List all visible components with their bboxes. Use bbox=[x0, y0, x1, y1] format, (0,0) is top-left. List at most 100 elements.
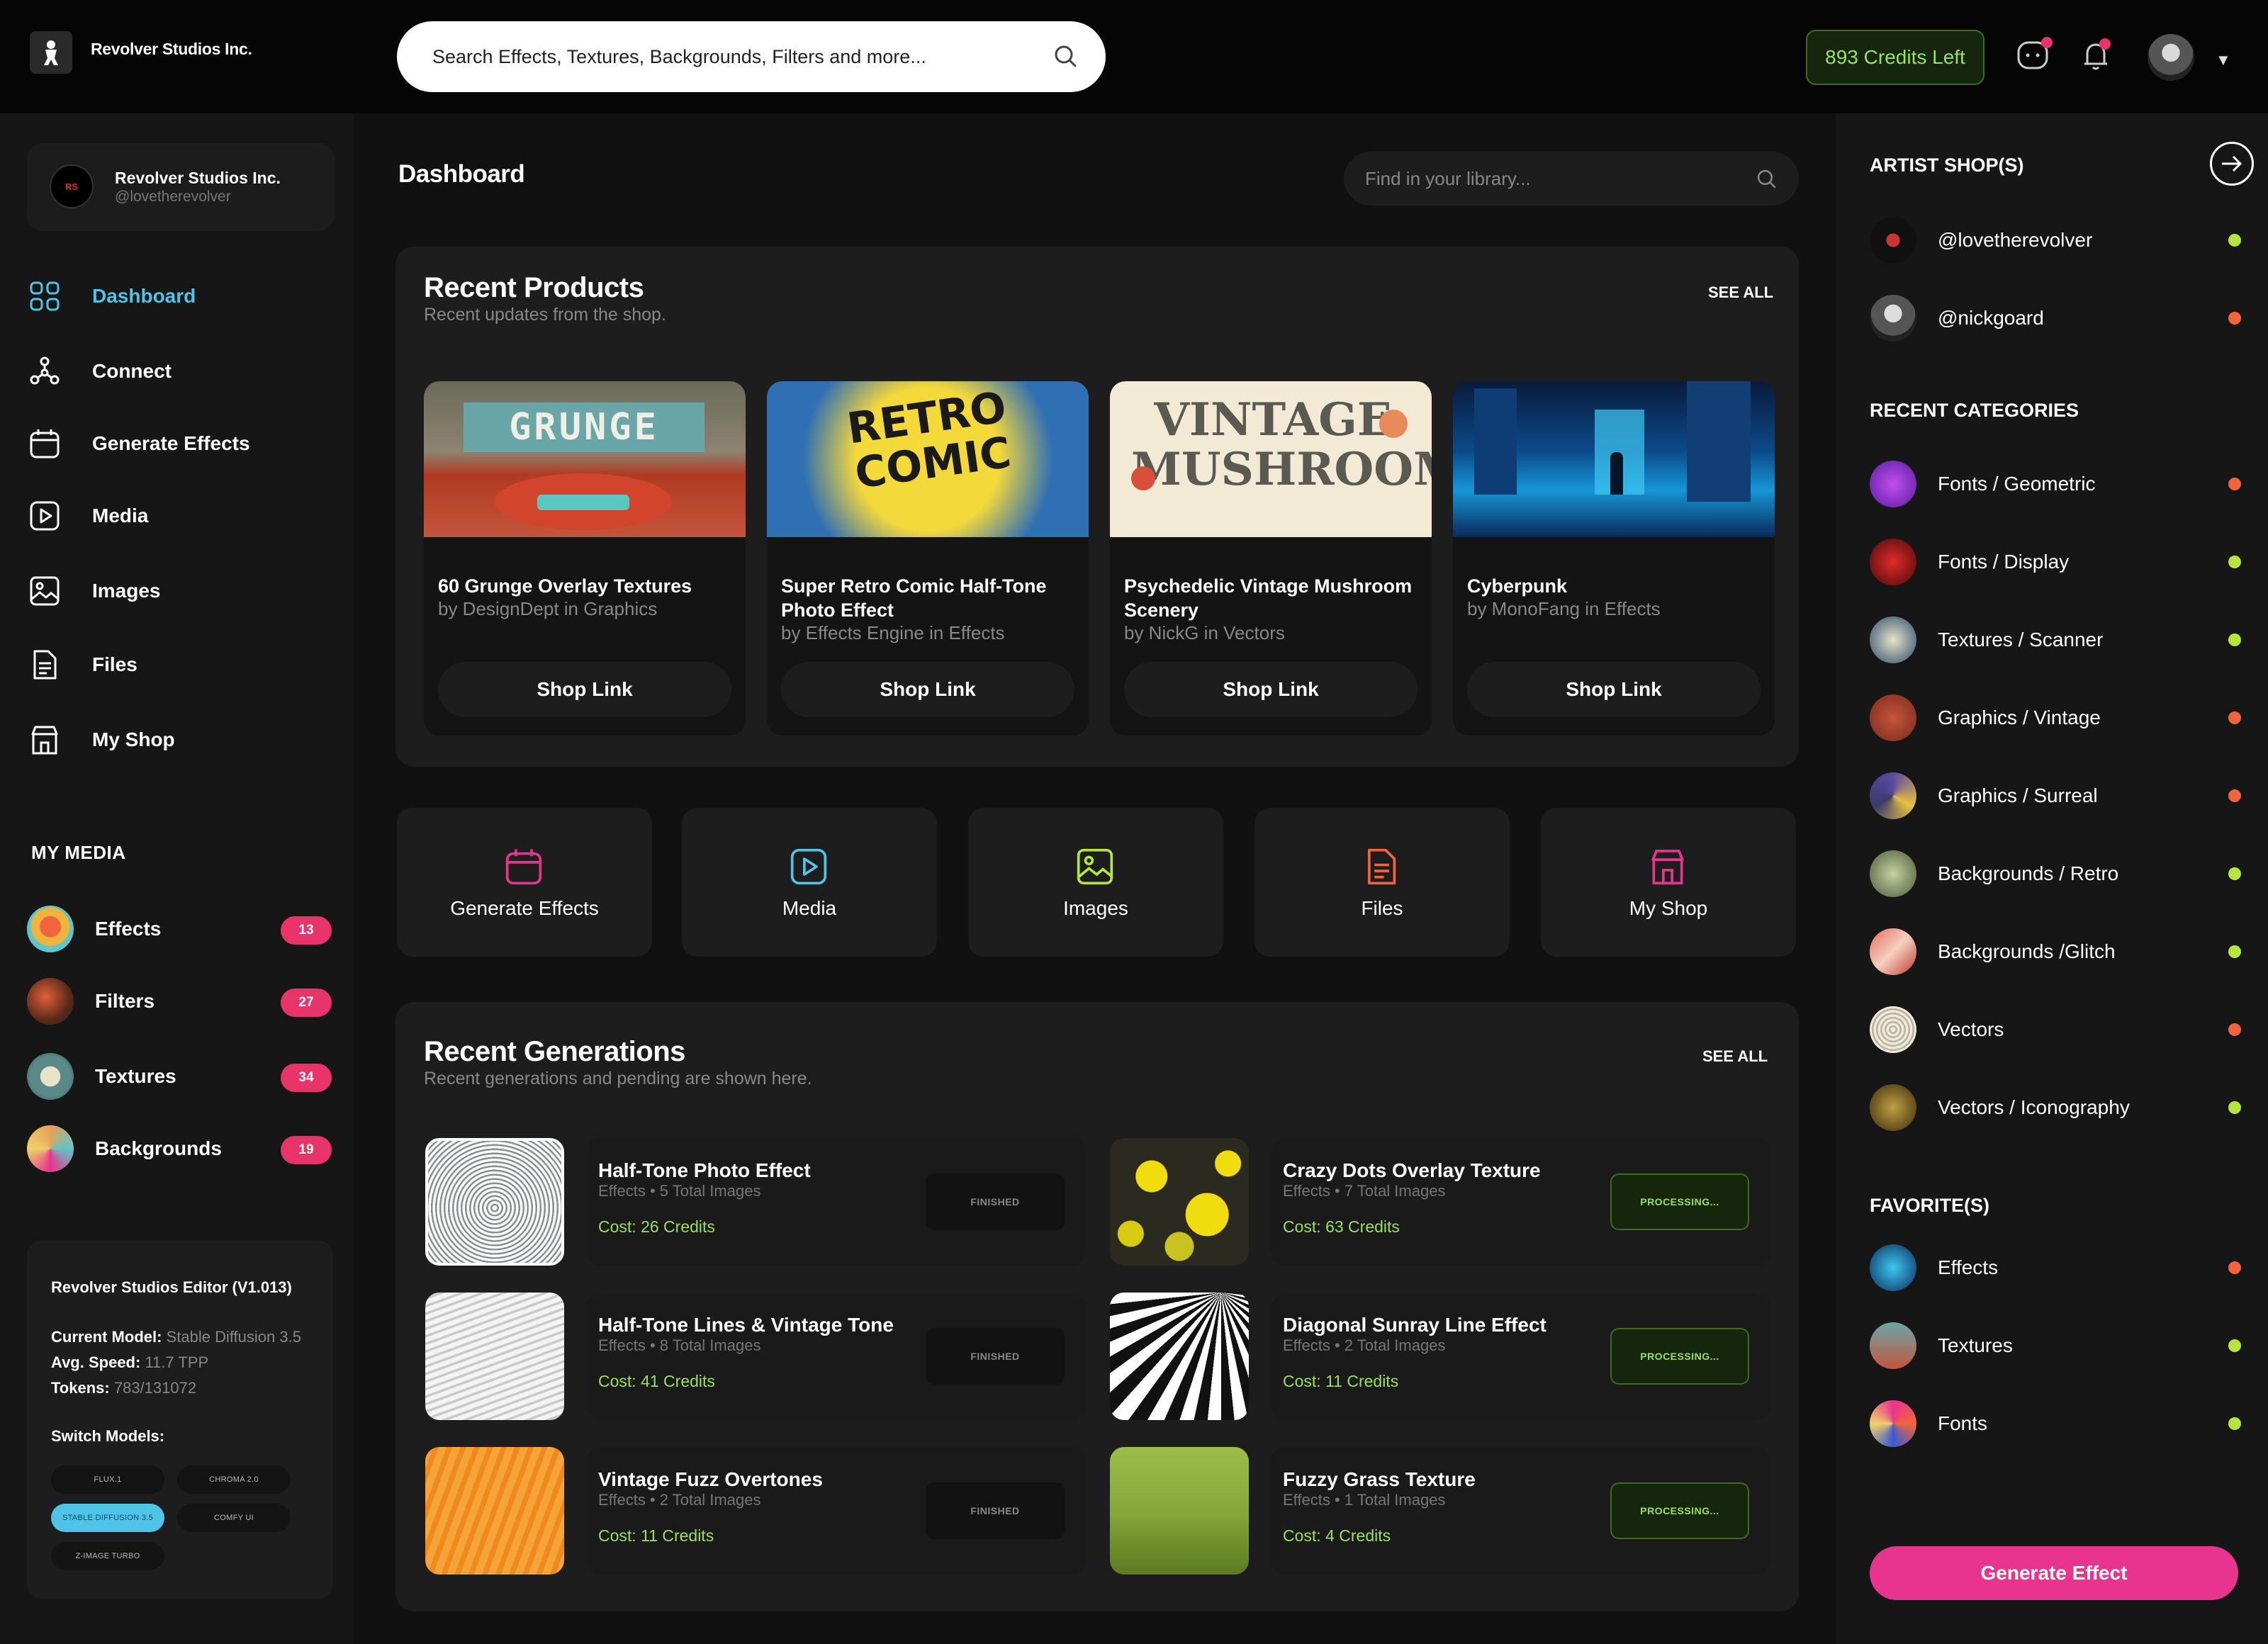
arrow-right-icon[interactable] bbox=[2210, 142, 2254, 186]
generation-item[interactable]: Fuzzy Grass Texture Effects • 1 Total Im… bbox=[1110, 1447, 1770, 1575]
artist-handle: @nickgoard bbox=[1938, 307, 2044, 329]
product-thumbnail: VINTAGE MUSHROOM bbox=[1110, 381, 1432, 537]
shop-link-button[interactable]: Shop Link bbox=[1467, 662, 1761, 717]
favorite-label: Fonts bbox=[1938, 1412, 1988, 1434]
status-dot bbox=[2228, 634, 2241, 646]
nav-label: Files bbox=[92, 653, 137, 675]
media-item-textures[interactable]: Textures 34 bbox=[27, 1052, 332, 1101]
category-item[interactable]: Backgrounds /Glitch bbox=[1870, 927, 2245, 976]
generation-item[interactable]: Vintage Fuzz Overtones Effects • 2 Total… bbox=[425, 1447, 1086, 1575]
search-icon[interactable] bbox=[1052, 43, 1080, 71]
artist-shop-item[interactable]: @lovetherevolver bbox=[1870, 215, 2245, 265]
nav-generate-effects[interactable]: Generate Effects bbox=[28, 422, 326, 465]
category-item[interactable]: Backgrounds / Retro bbox=[1870, 849, 2245, 899]
nav-dashboard[interactable]: Dashboard bbox=[28, 275, 326, 317]
nav-images[interactable]: Images bbox=[28, 570, 326, 612]
file-icon bbox=[1367, 848, 1396, 885]
library-search-input[interactable]: Find in your library... bbox=[1344, 152, 1799, 206]
product-card[interactable]: GRUNGE 60 Grunge Overlay Textures by Des… bbox=[424, 381, 746, 736]
product-card[interactable]: RETRO COMIC Super Retro Comic Half-Tone … bbox=[767, 381, 1089, 736]
status-badge: FINISHED bbox=[926, 1173, 1065, 1230]
shop-icon bbox=[28, 724, 61, 756]
quick-action-images[interactable]: Images bbox=[968, 808, 1223, 957]
generation-item[interactable]: Crazy Dots Overlay Texture Effects • 7 T… bbox=[1110, 1138, 1770, 1266]
category-item[interactable]: Textures / Scanner bbox=[1870, 615, 2245, 665]
shop-link-button[interactable]: Shop Link bbox=[781, 662, 1074, 717]
count-badge: 13 bbox=[281, 916, 332, 945]
generation-info: Half-Tone Photo Effect Effects • 5 Total… bbox=[587, 1138, 1086, 1266]
product-card[interactable]: VINTAGE MUSHROOM Psychedelic Vintage Mus… bbox=[1110, 381, 1432, 736]
nav-files[interactable]: Files bbox=[28, 643, 326, 686]
switch-label-text: Switch Models: bbox=[51, 1427, 165, 1445]
category-item[interactable]: Vectors bbox=[1870, 1005, 2245, 1054]
model-pill-stable-diffusion[interactable]: STABLE DIFFUSION 3.5 bbox=[51, 1504, 164, 1532]
product-byline: by DesignDept in Graphics bbox=[438, 598, 658, 619]
generate-effect-button[interactable]: Generate Effect bbox=[1870, 1546, 2238, 1600]
model-pill-chroma[interactable]: CHROMA 2.0 bbox=[177, 1465, 291, 1494]
category-label: Vectors bbox=[1938, 1018, 2004, 1040]
see-all-generations-link[interactable]: SEE ALL bbox=[1702, 1047, 1768, 1066]
profile-card[interactable]: RS Revolver Studios Inc. @lovetherevolve… bbox=[27, 143, 335, 231]
user-avatar[interactable] bbox=[2148, 34, 2194, 81]
generation-title: Fuzzy Grass Texture bbox=[1283, 1468, 1476, 1490]
speed-value: 11.7 TPP bbox=[145, 1353, 209, 1371]
generation-meta: Effects • 1 Total Images bbox=[1283, 1491, 1446, 1509]
generation-thumbnail bbox=[425, 1293, 564, 1420]
quick-action-generate-effects[interactable]: Generate Effects bbox=[397, 808, 652, 957]
textures-avatar bbox=[27, 1053, 74, 1100]
brand-logo[interactable] bbox=[30, 31, 72, 74]
product-thumbnail bbox=[1453, 381, 1775, 537]
shop-link-button[interactable]: Shop Link bbox=[438, 662, 731, 717]
category-item[interactable]: Fonts / Geometric bbox=[1870, 459, 2245, 509]
category-item[interactable]: Graphics / Vintage bbox=[1870, 693, 2245, 743]
media-item-effects[interactable]: Effects 13 bbox=[27, 904, 332, 954]
media-item-filters[interactable]: Filters 27 bbox=[27, 976, 332, 1026]
editor-title: Revolver Studios Editor (V1.013) bbox=[51, 1278, 292, 1296]
shop-link-button[interactable]: Shop Link bbox=[1124, 662, 1418, 717]
favorite-item[interactable]: Effects bbox=[1870, 1243, 2245, 1293]
effects-avatar bbox=[27, 906, 74, 952]
category-item[interactable]: Fonts / Display bbox=[1870, 537, 2245, 587]
nav-connect[interactable]: Connect bbox=[28, 350, 326, 393]
artist-avatar bbox=[1870, 295, 1916, 342]
nav-my-shop[interactable]: My Shop bbox=[28, 719, 326, 761]
status-dot bbox=[2228, 1339, 2241, 1352]
product-title: Cyberpunk bbox=[1467, 575, 1568, 597]
global-search-input[interactable]: Search Effects, Textures, Backgrounds, F… bbox=[397, 21, 1106, 92]
nav-media[interactable]: Media bbox=[28, 495, 326, 537]
quick-action-my-shop[interactable]: My Shop bbox=[1541, 808, 1796, 957]
generation-item[interactable]: Half-Tone Photo Effect Effects • 5 Total… bbox=[425, 1138, 1086, 1266]
status-dot bbox=[2228, 1101, 2241, 1114]
generation-item[interactable]: Half-Tone Lines & Vintage Tone Effects •… bbox=[425, 1293, 1086, 1420]
category-item[interactable]: Vectors / Iconography bbox=[1870, 1083, 2245, 1132]
model-pill-comfy-ui[interactable]: COMFY UI bbox=[177, 1504, 291, 1532]
editor-card: Revolver Studios Editor (V1.013) Current… bbox=[27, 1240, 333, 1599]
generation-title: Crazy Dots Overlay Texture bbox=[1283, 1159, 1541, 1181]
favorite-item[interactable]: Textures bbox=[1870, 1321, 2245, 1370]
credits-badge[interactable]: 893 Credits Left bbox=[1806, 30, 1984, 85]
artist-shop-item[interactable]: @nickgoard bbox=[1870, 293, 2245, 343]
chevron-down-icon[interactable]: ▼ bbox=[2216, 51, 2231, 69]
status-dot bbox=[2228, 234, 2241, 247]
recent-products-subtitle: Recent updates from the shop. bbox=[424, 305, 666, 325]
search-icon[interactable] bbox=[1755, 167, 1779, 191]
quick-action-media[interactable]: Media bbox=[682, 808, 937, 957]
generation-info: Half-Tone Lines & Vintage Tone Effects •… bbox=[587, 1293, 1086, 1420]
category-item[interactable]: Graphics / Surreal bbox=[1870, 771, 2245, 821]
favorite-item[interactable]: Fonts bbox=[1870, 1399, 2245, 1448]
recent-products-title: Recent Products bbox=[424, 272, 644, 303]
media-item-backgrounds[interactable]: Backgrounds 19 bbox=[27, 1124, 332, 1173]
generation-item[interactable]: Diagonal Sunray Line Effect Effects • 2 … bbox=[1110, 1293, 1770, 1420]
notification-dot bbox=[2099, 38, 2111, 50]
quick-action-files[interactable]: Files bbox=[1254, 808, 1510, 957]
generation-cost: Cost: 26 Credits bbox=[598, 1217, 715, 1236]
see-all-products-link[interactable]: SEE ALL bbox=[1708, 283, 1773, 302]
page-title: Dashboard bbox=[398, 160, 525, 188]
generation-info: Diagonal Sunray Line Effect Effects • 2 … bbox=[1271, 1293, 1770, 1420]
category-label: Fonts / Geometric bbox=[1938, 473, 2096, 495]
profile-avatar: RS bbox=[50, 164, 94, 208]
nav-label: Dashboard bbox=[92, 285, 196, 307]
model-pill-flux[interactable]: FLUX.1 bbox=[51, 1465, 164, 1494]
product-card[interactable]: Cyberpunk by MonoFang in Effects Shop Li… bbox=[1453, 381, 1775, 736]
model-pill-z-image-turbo[interactable]: Z-IMAGE TURBO bbox=[51, 1542, 164, 1570]
